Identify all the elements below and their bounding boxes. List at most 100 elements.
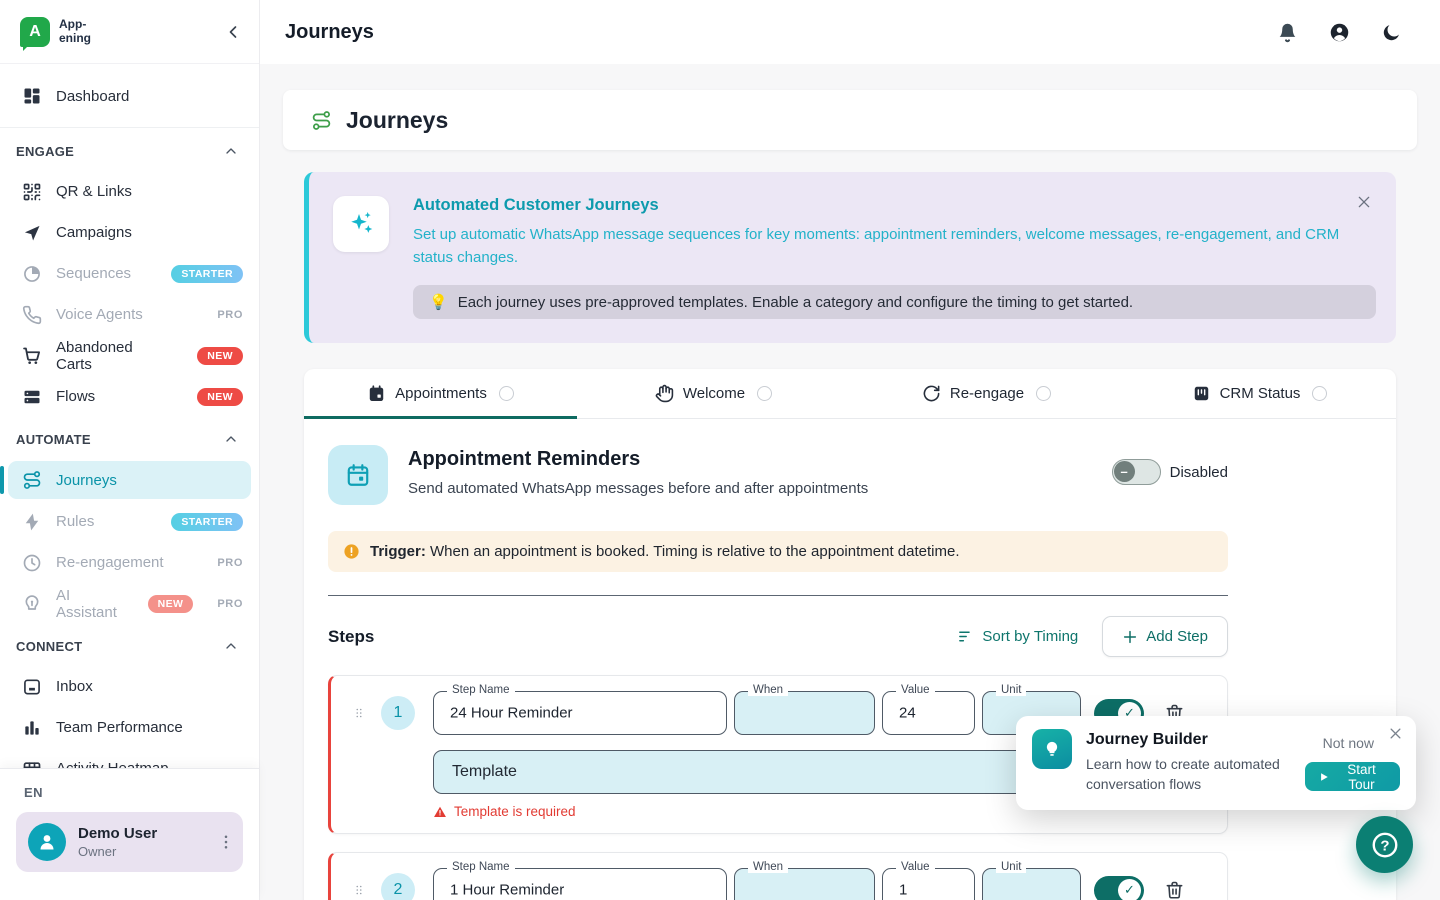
- sidebar-item-journeys[interactable]: Journeys: [8, 461, 251, 499]
- promo-description: Set up automatic WhatsApp message sequen…: [413, 224, 1376, 269]
- tour-title: Journey Builder: [1086, 731, 1291, 749]
- brand-name: App-ening: [59, 18, 91, 46]
- question-mark-icon: ?: [1370, 830, 1400, 860]
- inbox-icon: [22, 677, 42, 697]
- sidebar-footer: EN Demo User Owner: [0, 768, 259, 900]
- bulb-emoji: 💡: [429, 293, 448, 311]
- dark-mode-icon[interactable]: [1381, 22, 1402, 43]
- sidebar-item-voice-agents[interactable]: Voice AgentsPRO: [0, 294, 259, 335]
- sidebar-item-rules[interactable]: RulesSTARTER: [0, 501, 259, 542]
- chevron-up-icon: [223, 431, 239, 447]
- start-tour-button[interactable]: Start Tour: [1305, 762, 1400, 791]
- step-name-field[interactable]: Step Name1 Hour Reminder: [433, 868, 727, 900]
- template-select[interactable]: Template: [433, 750, 1081, 794]
- sidebar-item-sequences[interactable]: SequencesSTARTER: [0, 253, 259, 294]
- sidebar-item-re-engagement[interactable]: Re-engagementPRO: [0, 542, 259, 583]
- tab-welcome[interactable]: Welcome: [577, 369, 850, 418]
- tab-appointments[interactable]: Appointments: [304, 369, 577, 418]
- toggle-knob: ✓: [1118, 879, 1141, 900]
- flows-icon: [22, 387, 42, 407]
- lightbulb-icon: [1041, 738, 1063, 760]
- kebab-menu-icon[interactable]: [217, 833, 235, 851]
- sidebar-item-qr-links[interactable]: QR & Links: [0, 171, 259, 212]
- close-icon[interactable]: [1388, 726, 1403, 741]
- kanban-icon: [1192, 384, 1211, 403]
- chevron-up-icon: [223, 638, 239, 654]
- toggle-knob: –: [1114, 461, 1135, 482]
- tab-status-circle: [499, 386, 514, 401]
- grip-icon[interactable]: [353, 703, 365, 723]
- section-header-engage[interactable]: ENGAGE: [0, 131, 259, 171]
- sort-icon: [957, 628, 974, 645]
- sidebar-item-ai-assistant[interactable]: AI AssistantNEWPRO: [0, 583, 259, 624]
- sidebar-item-flows[interactable]: FlowsNEW: [0, 376, 259, 417]
- divider: [328, 595, 1228, 596]
- step-name-field[interactable]: Step Name24 Hour Reminder: [433, 691, 727, 735]
- new-badge: NEW: [197, 347, 243, 365]
- bar-chart-icon: [22, 718, 42, 738]
- help-button[interactable]: ?: [1356, 816, 1413, 873]
- tour-icon-box: [1032, 729, 1072, 769]
- route-icon: [311, 110, 332, 131]
- grip-icon[interactable]: [353, 880, 365, 900]
- add-step-button[interactable]: Add Step: [1102, 616, 1228, 657]
- section-subtitle: Send automated WhatsApp messages before …: [408, 480, 1112, 497]
- section-title: Appointment Reminders: [408, 448, 1112, 471]
- when-select[interactable]: When: [734, 868, 875, 900]
- trash-icon[interactable]: [1165, 880, 1184, 900]
- clock-icon: [22, 553, 42, 573]
- category-enabled-toggle[interactable]: –: [1112, 459, 1161, 485]
- sidebar-item-activity-heatmap[interactable]: Activity Heatmap: [0, 748, 259, 768]
- cart-icon: [22, 346, 42, 366]
- unit-select[interactable]: Unit: [982, 868, 1081, 900]
- tab-status-circle: [757, 386, 772, 401]
- value-field[interactable]: Value1: [882, 868, 975, 900]
- promo-title: Automated Customer Journeys: [413, 196, 1376, 215]
- section-header-connect[interactable]: CONNECT: [0, 626, 259, 666]
- sort-by-timing-button[interactable]: Sort by Timing: [957, 628, 1078, 645]
- route-icon: [22, 470, 42, 490]
- when-select[interactable]: When: [734, 691, 875, 735]
- tour-description: Learn how to create automated conversati…: [1086, 754, 1291, 795]
- journey-card: AppointmentsWelcomeRe-engageCRM Status A…: [304, 369, 1396, 900]
- sidebar-item-campaigns[interactable]: Campaigns: [0, 212, 259, 253]
- starter-badge: STARTER: [171, 513, 243, 531]
- tour-popup: Journey Builder Learn how to create auto…: [1016, 716, 1416, 810]
- sidebar-collapse-icon[interactable]: [223, 22, 243, 42]
- plus-icon: [1122, 629, 1138, 645]
- step-enabled-toggle[interactable]: ✓: [1094, 876, 1144, 900]
- not-now-button[interactable]: Not now: [1323, 735, 1374, 751]
- chevron-up-icon: [223, 143, 239, 159]
- sidebar-item-dashboard[interactable]: Dashboard: [0, 72, 259, 120]
- calendar-filled-icon: [367, 384, 386, 403]
- sidebar-item-inbox[interactable]: Inbox: [0, 666, 259, 707]
- sidebar-item-abandoned-carts[interactable]: Abandoned CartsNEW: [0, 335, 259, 376]
- sidebar: A App-ening Dashboard ENGAGEQR & LinksCam…: [0, 0, 260, 900]
- sidebar-item-team-performance[interactable]: Team Performance: [0, 707, 259, 748]
- tab-re-engage[interactable]: Re-engage: [850, 369, 1123, 418]
- value-field[interactable]: Value24: [882, 691, 975, 735]
- alert-circle-icon: [343, 543, 360, 560]
- promo-note: 💡 Each journey uses pre-approved templat…: [413, 285, 1376, 319]
- toggle-state-label: Disabled: [1170, 464, 1228, 481]
- close-icon[interactable]: [1356, 194, 1372, 210]
- pro-tag: PRO: [217, 557, 243, 569]
- pro-tag: PRO: [217, 309, 243, 321]
- tab-crm-status[interactable]: CRM Status: [1123, 369, 1396, 418]
- app-logo[interactable]: A: [20, 17, 50, 47]
- calendar-icon: [345, 462, 371, 488]
- topbar-title: Journeys: [285, 21, 1277, 44]
- page-title-card: Journeys: [283, 90, 1417, 150]
- step-number: 1: [381, 696, 415, 730]
- avatar: [28, 823, 66, 861]
- language-selector[interactable]: EN: [0, 769, 259, 800]
- notifications-bell-icon[interactable]: [1277, 22, 1298, 43]
- tabs-bar: AppointmentsWelcomeRe-engageCRM Status: [304, 369, 1396, 419]
- phone-icon: [22, 305, 42, 325]
- section-header-automate[interactable]: AUTOMATE: [0, 419, 259, 459]
- sidebar-nav: Dashboard ENGAGEQR & LinksCampaignsSequen…: [0, 64, 259, 768]
- user-card[interactable]: Demo User Owner: [16, 812, 243, 872]
- ai-icon: [22, 594, 42, 614]
- account-icon[interactable]: [1329, 22, 1350, 43]
- sidebar-header: A App-ening: [0, 0, 259, 64]
